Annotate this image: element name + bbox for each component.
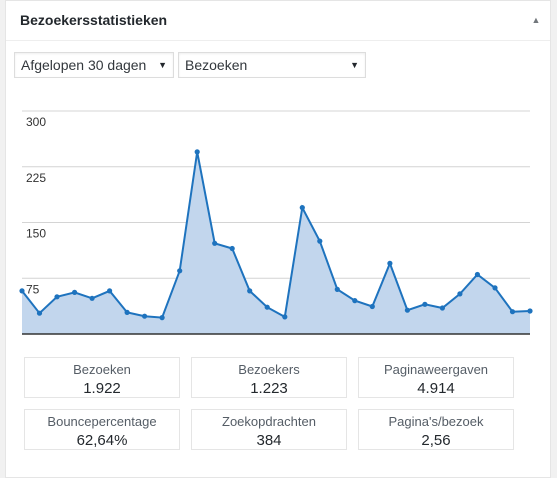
widget-header: Bezoekersstatistieken ▲ — [6, 1, 550, 41]
stat-visitors: Bezoekers 1.223 — [191, 357, 347, 398]
stat-label: Pagina's/bezoek — [388, 414, 484, 429]
stat-value: 1.922 — [83, 380, 121, 397]
stat-label: Paginaweergaven — [383, 362, 489, 377]
period-select-value: Afgelopen 30 dagen — [21, 57, 147, 73]
metric-select-value: Bezoeken — [185, 57, 248, 73]
period-select[interactable]: Afgelopen 30 dagen ▼ — [14, 52, 174, 78]
stat-value: 4.914 — [417, 380, 455, 397]
stat-label: Zoekopdrachten — [222, 414, 316, 429]
stat-pageviews: Paginaweergaven 4.914 — [358, 357, 514, 398]
stat-value: 384 — [256, 432, 282, 449]
triangle-down-icon: ▼ — [350, 60, 359, 70]
stat-value: 2,56 — [421, 432, 451, 449]
stat-visits: Bezoeken 1.922 — [24, 357, 180, 398]
metric-select[interactable]: Bezoeken ▼ — [178, 52, 366, 78]
stat-label: Bezoekers — [238, 362, 300, 377]
triangle-down-icon: ▼ — [158, 60, 167, 70]
stat-label: Bouncepercentage — [47, 414, 157, 429]
stat-searches: Zoekopdrachten 384 — [191, 409, 347, 450]
triangle-up-icon[interactable]: ▲ — [528, 12, 544, 28]
stat-value: 1.223 — [250, 380, 288, 397]
stat-value: 62,64% — [76, 432, 128, 449]
stat-bounce-rate: Bouncepercentage 62,64% — [24, 409, 180, 450]
stat-label: Bezoeken — [73, 362, 131, 377]
widget-title: Bezoekersstatistieken — [20, 12, 168, 28]
stat-pages-per-visit: Pagina's/bezoek 2,56 — [358, 409, 514, 450]
